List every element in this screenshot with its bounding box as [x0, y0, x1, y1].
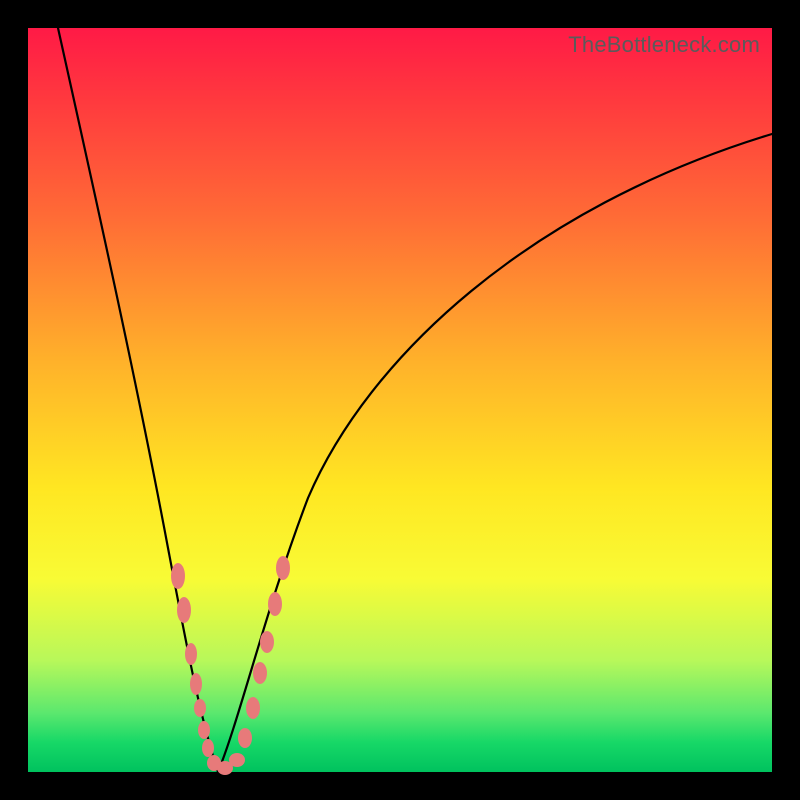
- chart-frame: TheBottleneck.com: [0, 0, 800, 800]
- marker-dot: [260, 631, 274, 653]
- marker-dot: [246, 697, 260, 719]
- plot-area: TheBottleneck.com: [28, 28, 772, 772]
- marker-dot: [185, 643, 197, 665]
- marker-dot: [177, 597, 191, 623]
- curve-layer: [28, 28, 772, 772]
- bottleneck-curve-right: [218, 134, 772, 772]
- marker-dot: [276, 556, 290, 580]
- marker-group: [171, 556, 290, 775]
- marker-dot: [190, 673, 202, 695]
- marker-dot: [253, 662, 267, 684]
- marker-dot: [238, 728, 252, 748]
- marker-dot: [171, 563, 185, 589]
- marker-dot: [202, 739, 214, 757]
- marker-dot: [229, 753, 245, 767]
- marker-dot: [198, 721, 210, 739]
- marker-dot: [268, 592, 282, 616]
- marker-dot: [194, 699, 206, 717]
